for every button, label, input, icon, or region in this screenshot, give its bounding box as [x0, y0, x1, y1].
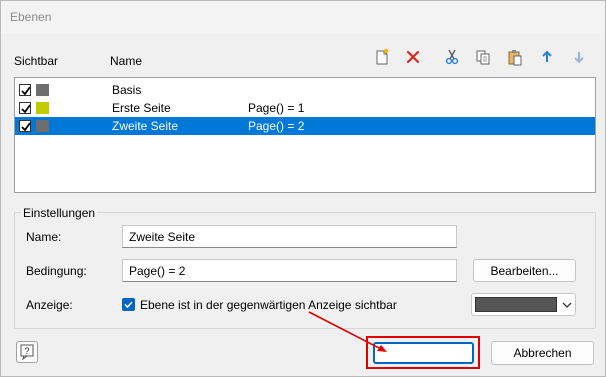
help-icon: ? [20, 344, 34, 361]
condition-label: Bedingung: [26, 264, 87, 278]
name-field[interactable]: Zweite Seite [122, 225, 457, 248]
arrow-down-icon [568, 46, 590, 68]
layer-name: Zweite Seite [112, 119, 179, 133]
new-layer-icon[interactable] [371, 46, 393, 68]
ok-button[interactable] [373, 342, 474, 364]
layer-list[interactable]: Basis Erste Seite Page() = 1 Zweite Seit… [14, 77, 596, 193]
edit-condition-button[interactable]: Bearbeiten... [473, 259, 576, 282]
layer-row-erste-seite[interactable]: Erste Seite Page() = 1 [15, 99, 595, 117]
layer-name: Erste Seite [112, 101, 171, 115]
display-visible-label[interactable]: Ebene ist in der gegenwärtigen Anzeige s… [140, 298, 397, 312]
layer-visible-checkbox[interactable] [19, 102, 31, 114]
window-title: Ebenen [10, 10, 52, 24]
layer-color-dropdown[interactable] [471, 293, 576, 316]
help-button[interactable]: ? [16, 341, 38, 363]
column-header-visible[interactable]: Sichtbar [14, 54, 58, 68]
layer-color-preview [475, 297, 557, 312]
layer-color-swatch [36, 102, 49, 114]
layer-visible-checkbox[interactable] [19, 84, 31, 96]
layer-color-swatch [36, 120, 49, 132]
name-label: Name: [26, 230, 62, 244]
svg-text:?: ? [24, 346, 29, 356]
layer-color-swatch [36, 84, 49, 96]
layer-condition: Page() = 2 [248, 119, 305, 133]
layer-row-basis[interactable]: Basis [15, 81, 595, 99]
layer-row-zweite-seite[interactable]: Zweite Seite Page() = 2 [15, 117, 595, 135]
chevron-down-icon [561, 299, 573, 313]
condition-field[interactable]: Page() = 2 [122, 259, 457, 282]
layer-condition: Page() = 1 [248, 101, 305, 115]
cut-icon[interactable] [441, 46, 463, 68]
title-bar: Ebenen [1, 1, 605, 33]
delete-icon[interactable] [402, 46, 424, 68]
paste-icon[interactable] [504, 46, 526, 68]
settings-group-label: Einstellungen [21, 206, 98, 220]
layers-dialog: Ebenen Sichtbar Name Basis Erste Seite P… [0, 0, 606, 377]
copy-icon[interactable] [472, 46, 494, 68]
display-visible-checkbox[interactable] [122, 298, 135, 311]
display-label: Anzeige: [26, 298, 73, 312]
arrow-up-icon[interactable] [536, 46, 558, 68]
column-header-name[interactable]: Name [110, 54, 142, 68]
layer-visible-checkbox[interactable] [19, 120, 31, 132]
layer-toolbar [371, 46, 601, 68]
cancel-button[interactable]: Abbrechen [491, 341, 594, 365]
layer-name: Basis [112, 83, 142, 97]
